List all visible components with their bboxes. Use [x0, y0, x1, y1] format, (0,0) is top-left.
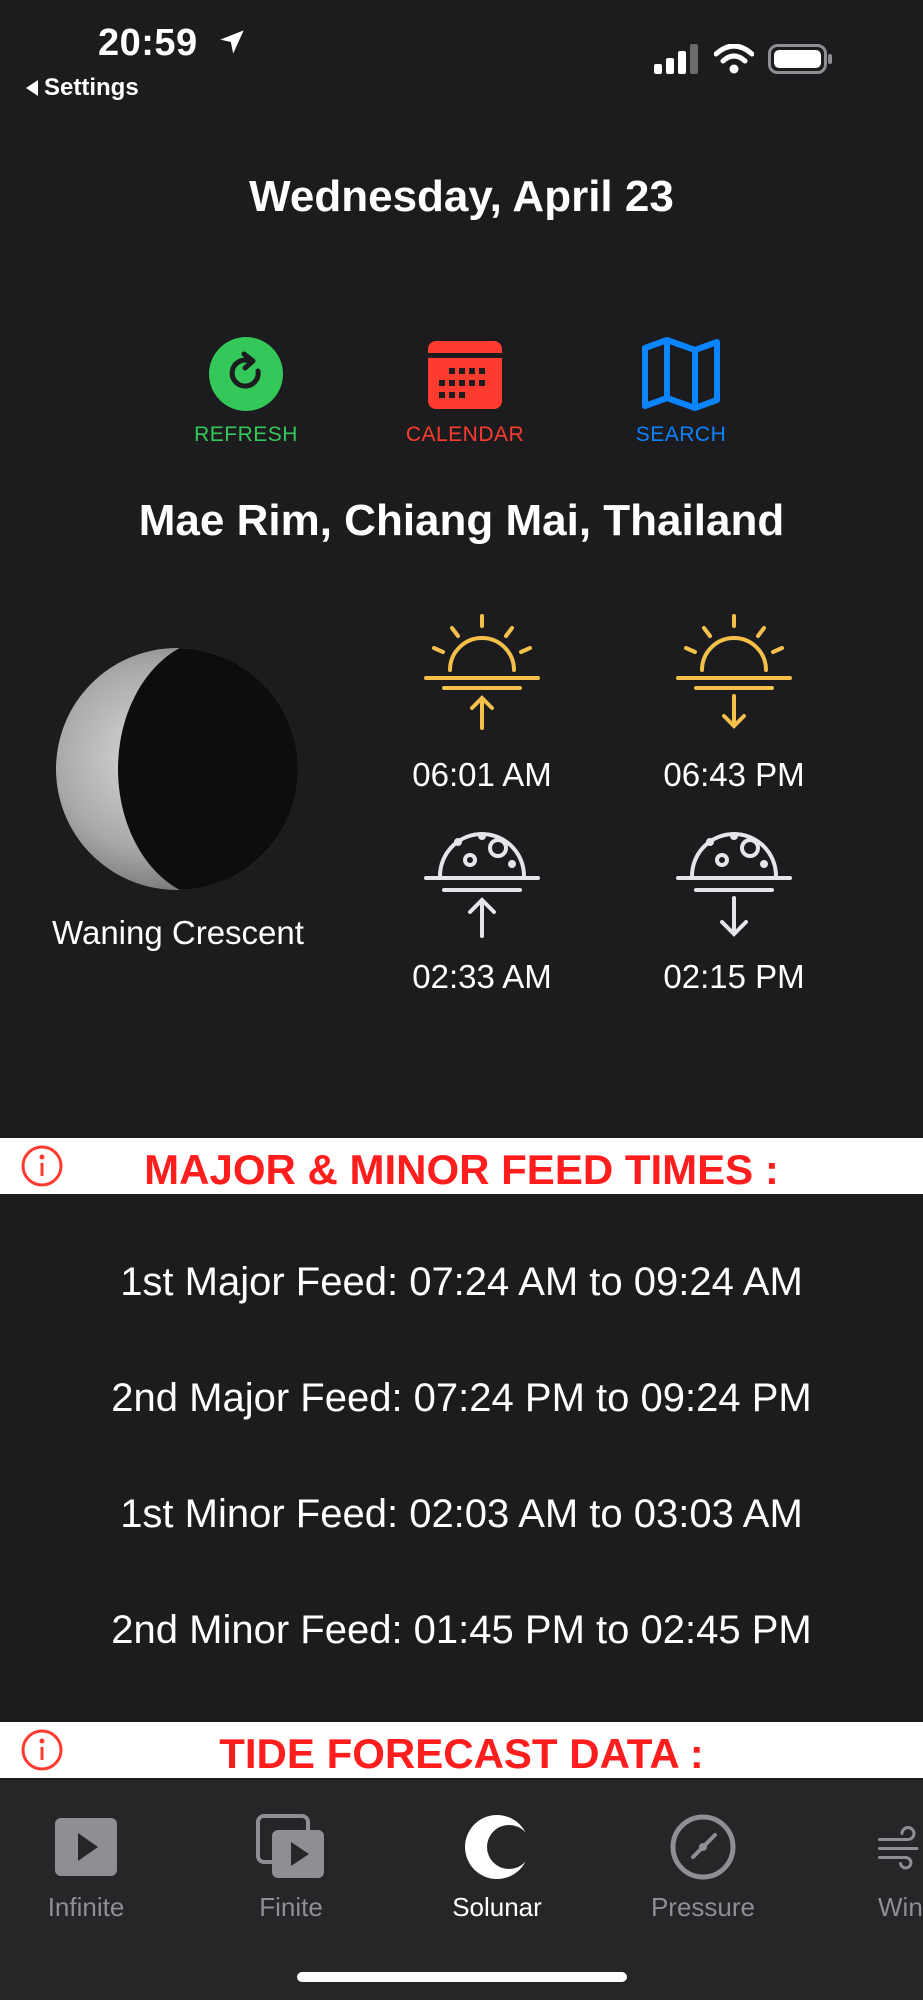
- status-icons: [652, 44, 834, 74]
- back-to-settings[interactable]: Settings: [26, 74, 139, 102]
- map-icon: [642, 337, 720, 411]
- calendar-label: CALENDAR: [405, 423, 525, 446]
- moon-phase-label: Waning Crescent: [52, 914, 304, 951]
- refresh-button[interactable]: REFRESH: [166, 336, 326, 447]
- calendar-icon: [428, 341, 502, 409]
- sunset-time: 06:43 PM: [663, 756, 805, 793]
- page-title: Wednesday, April 23: [249, 172, 674, 221]
- tide-forecast-title: TIDE FORECAST DATA :: [219, 1730, 704, 1777]
- back-label: Settings: [44, 74, 139, 101]
- signal-icon: [654, 44, 698, 74]
- moonrise-icon: [422, 820, 542, 940]
- feed-item: 1st Minor Feed: 02:03 AM to 03:03 AM: [120, 1492, 803, 1536]
- feed-item: 2nd Minor Feed: 01:45 PM to 02:45 PM: [111, 1608, 812, 1652]
- moonset-icon: [674, 820, 794, 940]
- tab-pressure[interactable]: Pressure: [618, 1812, 788, 1923]
- tab-infinite-label: Infinite: [47, 1892, 125, 1922]
- location-title: Mae Rim, Chiang Mai, Thailand: [138, 496, 785, 545]
- tab-finite[interactable]: Finite: [206, 1812, 376, 1923]
- back-triangle-icon: [26, 80, 38, 96]
- sunrise-time: 06:01 AM: [412, 756, 552, 793]
- tab-solunar[interactable]: Solunar: [412, 1812, 582, 1923]
- feed-times-title: MAJOR & MINOR FEED TIMES :: [144, 1146, 779, 1193]
- tab-pressure-label: Pressure: [650, 1892, 756, 1922]
- tab-wind[interactable]: Win: [818, 1812, 923, 1923]
- feed-times-banner: MAJOR & MINOR FEED TIMES :: [0, 1138, 923, 1194]
- tab-wind-label: Win: [878, 1892, 923, 1922]
- stacked-play-icon: [206, 1812, 376, 1882]
- gauge-icon: [618, 1812, 788, 1882]
- location-arrow-icon: [218, 28, 246, 61]
- play-square-icon: [1, 1812, 171, 1882]
- refresh-label: REFRESH: [194, 423, 298, 446]
- calendar-button[interactable]: CALENDAR: [385, 336, 545, 447]
- refresh-icon: [209, 337, 283, 411]
- sunrise-icon: [422, 612, 542, 732]
- feed-item: 2nd Major Feed: 07:24 PM to 09:24 PM: [111, 1376, 812, 1420]
- home-indicator: [297, 1972, 627, 1982]
- moonset-time: 02:15 PM: [663, 958, 805, 995]
- sunset-icon: [674, 612, 794, 732]
- feed-item: 1st Major Feed: 07:24 AM to 09:24 AM: [120, 1260, 803, 1304]
- status-time: 20:59: [98, 22, 198, 64]
- moonrise-time: 02:33 AM: [412, 958, 552, 995]
- battery-icon: [768, 44, 832, 74]
- tab-infinite[interactable]: Infinite: [1, 1812, 171, 1923]
- tab-finite-label: Finite: [259, 1892, 323, 1922]
- search-label: SEARCH: [635, 423, 727, 446]
- wind-icon: [878, 1812, 923, 1882]
- search-button[interactable]: SEARCH: [601, 336, 761, 447]
- tide-forecast-banner: TIDE FORECAST DATA :: [0, 1722, 923, 1778]
- moon-icon: [412, 1812, 582, 1882]
- moon-phase-image: [56, 648, 298, 890]
- tab-solunar-label: Solunar: [452, 1892, 542, 1922]
- wifi-icon: [714, 44, 754, 74]
